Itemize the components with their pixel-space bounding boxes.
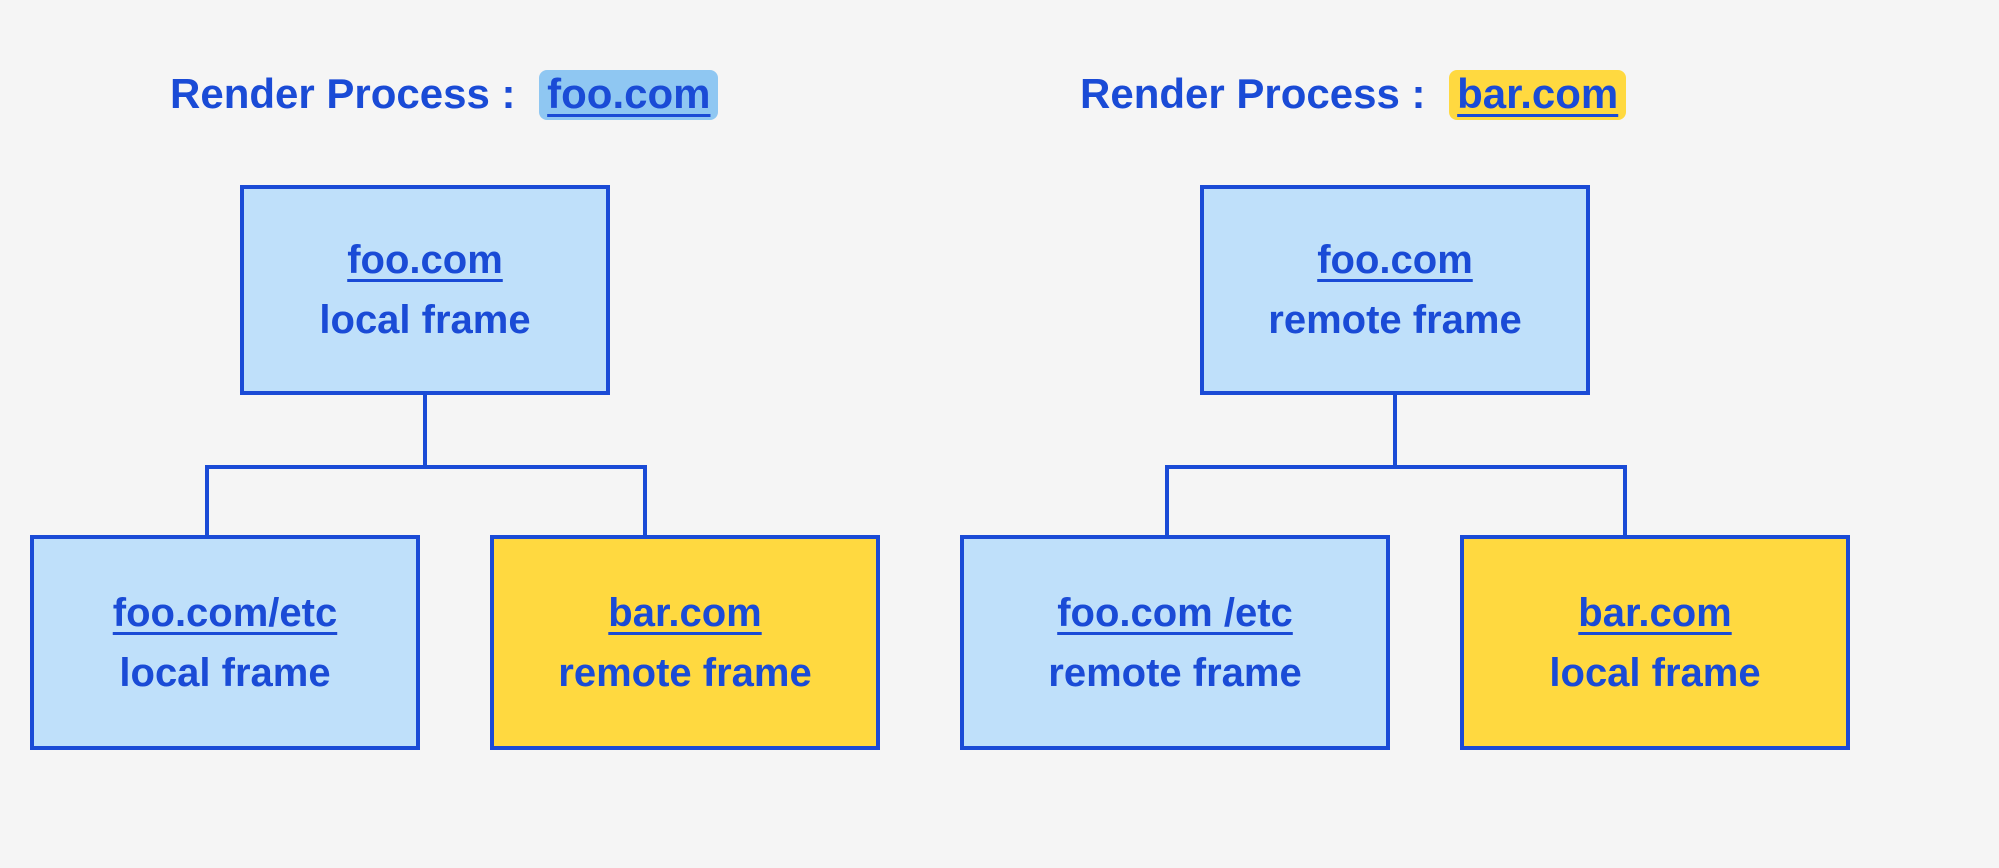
right-child-b-url: bar.com xyxy=(1578,586,1731,640)
right-connector-bar xyxy=(1165,465,1625,469)
left-title-prefix: Render Process : xyxy=(170,70,515,117)
right-child-a-node: foo.com /etc remote frame xyxy=(960,535,1390,750)
left-connector-stem xyxy=(423,395,427,465)
right-title: Render Process : bar.com xyxy=(1080,70,1626,120)
left-child-a-url: foo.com/etc xyxy=(113,586,337,640)
right-child-b-node: bar.com local frame xyxy=(1460,535,1850,750)
left-root-node: foo.com local frame xyxy=(240,185,610,395)
right-root-label: remote frame xyxy=(1268,293,1521,347)
left-child-b-label: remote frame xyxy=(558,646,811,700)
left-child-a-node: foo.com/etc local frame xyxy=(30,535,420,750)
left-child-b-url: bar.com xyxy=(608,586,761,640)
left-connector-drop-b xyxy=(643,465,647,535)
right-connector-stem xyxy=(1393,395,1397,465)
right-root-node: foo.com remote frame xyxy=(1200,185,1590,395)
right-title-prefix: Render Process : xyxy=(1080,70,1425,117)
right-child-a-label: remote frame xyxy=(1048,646,1301,700)
right-connector-drop-b xyxy=(1623,465,1627,535)
left-child-a-label: local frame xyxy=(119,646,330,700)
right-child-b-label: local frame xyxy=(1549,646,1760,700)
diagram-canvas: Render Process : foo.com foo.com local f… xyxy=(0,0,1999,868)
left-title-site: foo.com xyxy=(539,70,718,120)
right-child-a-url: foo.com /etc xyxy=(1057,586,1293,640)
right-connector-drop-a xyxy=(1165,465,1169,535)
left-title: Render Process : foo.com xyxy=(170,70,718,120)
left-connector-bar xyxy=(205,465,645,469)
right-root-url: foo.com xyxy=(1317,233,1473,287)
right-title-site: bar.com xyxy=(1449,70,1626,120)
left-root-url: foo.com xyxy=(347,233,503,287)
left-connector-drop-a xyxy=(205,465,209,535)
left-child-b-node: bar.com remote frame xyxy=(490,535,880,750)
left-root-label: local frame xyxy=(319,293,530,347)
